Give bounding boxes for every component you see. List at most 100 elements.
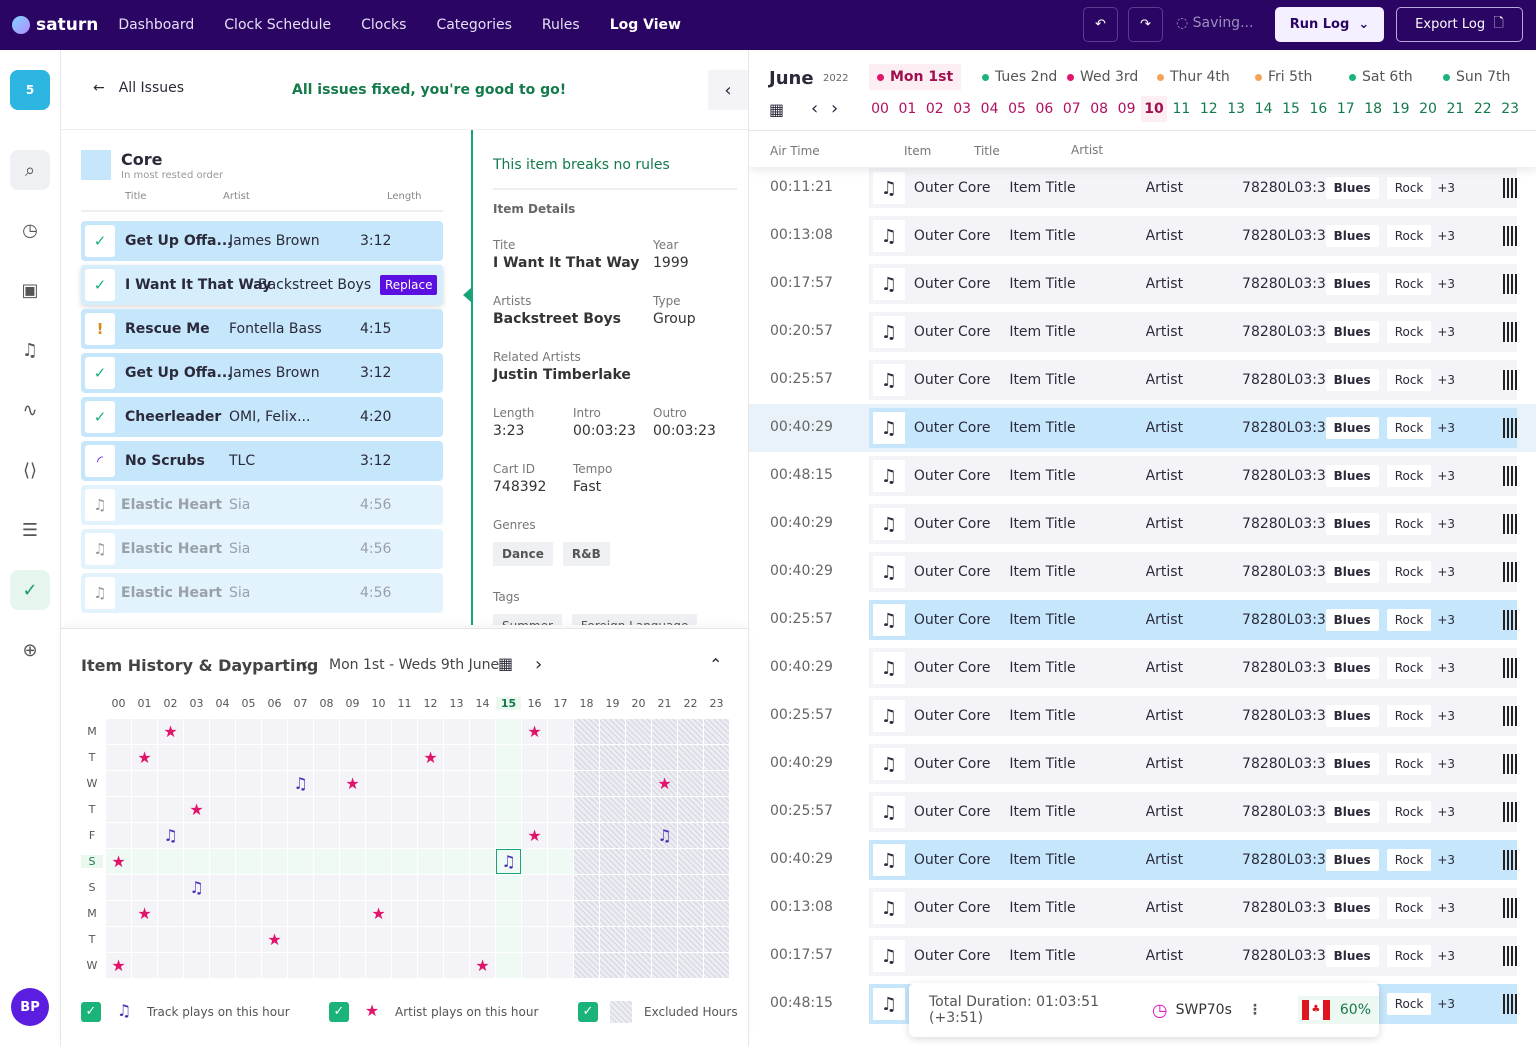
history-cell[interactable] [678, 745, 703, 770]
history-cell[interactable] [288, 901, 313, 926]
nav-categories[interactable]: Categories [436, 17, 511, 33]
drag-handle-icon[interactable] [1503, 514, 1517, 534]
hour-tab[interactable]: 12 [1196, 96, 1222, 122]
history-cell[interactable] [600, 875, 625, 900]
waveform-icon[interactable]: ∿ [10, 390, 50, 430]
history-cell[interactable] [600, 745, 625, 770]
history-cell[interactable] [496, 797, 521, 822]
history-cell[interactable] [652, 901, 677, 926]
hour-tab[interactable]: 04 [977, 96, 1003, 122]
history-cell[interactable] [132, 797, 157, 822]
hour-tab[interactable]: 21 [1442, 96, 1468, 122]
saturn-logo[interactable]: saturn [12, 15, 98, 35]
history-cell[interactable] [158, 745, 183, 770]
history-cell[interactable] [366, 927, 391, 952]
track-row[interactable]: ♫ Elastic Heart Sia 4:56 [81, 485, 443, 525]
history-cell[interactable] [210, 849, 235, 874]
history-cell[interactable] [704, 875, 729, 900]
history-cell[interactable] [392, 797, 417, 822]
hour-tab[interactable]: 09 [1114, 96, 1140, 122]
log-row[interactable]: 00:40:29 ♫ Outer Core Item Title Artist 78280… [749, 740, 1536, 788]
drag-handle-icon[interactable] [1503, 466, 1517, 486]
track-play-note-icon[interactable]: ♫ [184, 875, 209, 900]
history-cell[interactable] [678, 875, 703, 900]
history-cell[interactable] [184, 901, 209, 926]
history-cell[interactable] [626, 797, 651, 822]
history-cell[interactable] [522, 901, 547, 926]
history-cell[interactable] [548, 927, 573, 952]
history-cell[interactable] [132, 927, 157, 952]
history-cell[interactable] [314, 927, 339, 952]
history-cell[interactable] [366, 953, 391, 978]
day-tab[interactable]: Tues 2nd [974, 64, 1065, 90]
nav-rules[interactable]: Rules [542, 17, 580, 33]
history-cell[interactable] [314, 901, 339, 926]
history-cell[interactable] [262, 719, 287, 744]
hour-tab[interactable]: 07 [1059, 96, 1085, 122]
hour-tab[interactable]: 14 [1251, 96, 1277, 122]
history-cell[interactable] [652, 953, 677, 978]
history-cell[interactable] [236, 719, 261, 744]
history-cell[interactable] [236, 849, 261, 874]
nav-log-view[interactable]: Log View [610, 17, 681, 33]
next-range-button[interactable]: › [535, 654, 542, 675]
hour-tab[interactable]: 00 [867, 96, 893, 122]
track-play-note-icon[interactable]: ♫ [652, 823, 677, 848]
history-cell[interactable] [106, 771, 131, 796]
history-cell[interactable] [600, 849, 625, 874]
hour-tab[interactable]: 13 [1223, 96, 1249, 122]
history-cell[interactable] [340, 901, 365, 926]
artist-play-star-icon[interactable]: ★ [418, 745, 443, 770]
redo-button[interactable]: ↷ [1128, 7, 1163, 42]
drag-handle-icon[interactable] [1503, 178, 1517, 198]
history-cell[interactable] [548, 797, 573, 822]
tag-chip[interactable]: Summer [493, 614, 562, 625]
history-cell[interactable] [366, 797, 391, 822]
log-row[interactable]: 00:40:29 ♫ Outer Core Item Title Artist 78280… [749, 500, 1536, 548]
history-cell[interactable] [444, 927, 469, 952]
history-cell[interactable] [600, 823, 625, 848]
history-cell[interactable] [184, 771, 209, 796]
log-row[interactable]: 00:13:08 ♫ Outer Core Item Title Artist 78280… [749, 884, 1536, 932]
export-log-button[interactable]: Export Log 🗋 [1396, 7, 1523, 42]
history-cell[interactable] [236, 797, 261, 822]
history-cell[interactable] [418, 875, 443, 900]
history-cell[interactable] [626, 849, 651, 874]
checkbox[interactable]: ✓ [81, 1002, 101, 1022]
history-cell[interactable] [574, 797, 599, 822]
history-cell[interactable] [366, 849, 391, 874]
history-cell[interactable] [522, 953, 547, 978]
history-cell[interactable] [314, 823, 339, 848]
history-cell[interactable] [106, 823, 131, 848]
history-cell[interactable] [366, 719, 391, 744]
track-row[interactable]: ✓ Cheerleader OMI, Felix... 4:20 [81, 397, 443, 437]
history-cell[interactable] [392, 849, 417, 874]
day-tab[interactable]: Fri 5th [1247, 64, 1320, 90]
history-cell[interactable] [262, 823, 287, 848]
track-row[interactable]: ✓ I Want It That Way Backstreet Boys Replac… [81, 265, 443, 305]
drag-handle-icon[interactable] [1503, 418, 1517, 438]
history-cell[interactable] [496, 719, 521, 744]
log-row[interactable]: 00:40:29 ♫ Outer Core Item Title Artist 78280… [749, 404, 1536, 452]
history-cell[interactable] [522, 927, 547, 952]
drag-handle-icon[interactable] [1503, 658, 1517, 678]
history-cell[interactable] [652, 719, 677, 744]
history-cell[interactable] [210, 719, 235, 744]
history-cell[interactable] [340, 927, 365, 952]
history-cell[interactable] [184, 953, 209, 978]
hour-tab[interactable]: 01 [894, 96, 920, 122]
drag-handle-icon[interactable] [1503, 322, 1517, 342]
history-cell[interactable] [522, 797, 547, 822]
day-tab[interactable]: Mon 1st [869, 64, 962, 90]
collapse-panel-button[interactable]: ‹ [708, 70, 748, 110]
drag-handle-icon[interactable] [1503, 946, 1517, 966]
history-cell[interactable] [470, 875, 495, 900]
history-cell[interactable] [236, 901, 261, 926]
drag-handle-icon[interactable] [1503, 562, 1517, 582]
history-cell[interactable] [600, 797, 625, 822]
drag-handle-icon[interactable] [1503, 994, 1517, 1014]
day-tab[interactable]: Sat 6th [1341, 64, 1421, 90]
drag-handle-icon[interactable] [1503, 898, 1517, 918]
history-cell[interactable] [262, 797, 287, 822]
history-cell[interactable] [132, 953, 157, 978]
